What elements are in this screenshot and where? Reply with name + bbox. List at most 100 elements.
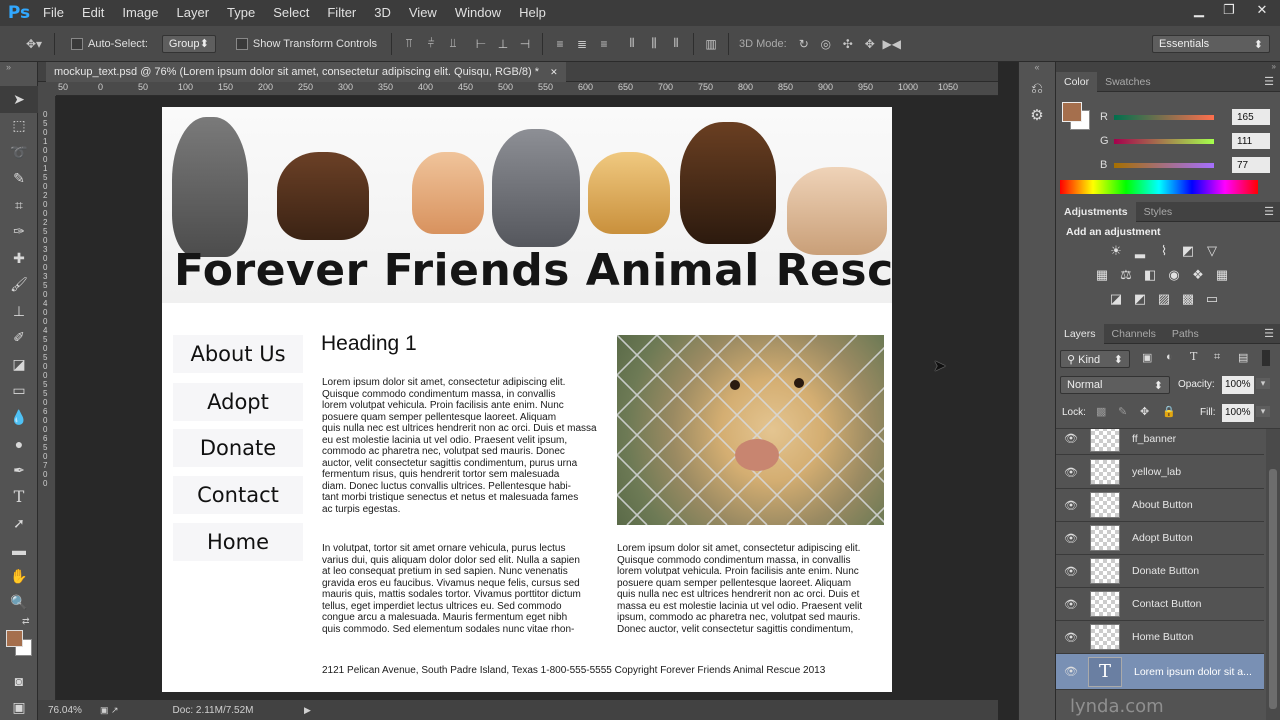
document-canvas[interactable]: Forever Friends Animal Rescue About Us A… [162, 107, 892, 692]
3d-drag-icon[interactable]: ✣ [839, 36, 857, 52]
quick-mask-icon[interactable]: ◙ [0, 668, 38, 695]
filter-toggle[interactable] [1262, 350, 1270, 366]
collapse-icon[interactable]: » [0, 62, 37, 86]
3d-slide-icon[interactable]: ✥ [861, 36, 879, 52]
filter-adjustment-icon[interactable]: ◐ [1166, 351, 1173, 363]
vibrance-icon[interactable]: ▦ [1093, 267, 1111, 283]
type-tool-icon[interactable]: T [0, 484, 38, 511]
menu-select[interactable]: Select [264, 0, 318, 26]
lasso-tool-icon[interactable]: ➰ [0, 139, 38, 166]
channel-mixer-icon[interactable]: ❖ [1189, 267, 1207, 283]
visibility-eye-icon[interactable]: 👁 [1056, 432, 1086, 445]
history-brush-tool-icon[interactable]: ✐ [0, 325, 38, 352]
layer-ff-banner[interactable]: 👁 ff_banner [1056, 429, 1264, 455]
history-panel-icon[interactable]: ⎌ [1019, 80, 1055, 106]
align-top-icon[interactable]: ⫪ [400, 36, 418, 52]
healing-brush-tool-icon[interactable]: ✚ [0, 245, 38, 272]
hand-tool-icon[interactable]: ✋ [0, 563, 38, 590]
layer-filter-kind[interactable]: ⚲ Kind ⬍ [1060, 350, 1130, 368]
layer-name[interactable]: Home Button [1132, 631, 1193, 643]
move-tool-icon[interactable]: ✥▾ [22, 36, 46, 52]
panel-menu-icon[interactable]: ☰ [1264, 205, 1280, 218]
g-value[interactable]: 111 [1232, 133, 1270, 149]
menu-file[interactable]: File [34, 0, 73, 26]
filter-smart-object-icon[interactable]: ▤ [1238, 351, 1248, 364]
align-bottom-icon[interactable]: ⫫ [444, 36, 462, 52]
photo-filter-icon[interactable]: ◉ [1165, 267, 1183, 283]
color-spectrum[interactable] [1060, 180, 1258, 194]
quick-select-tool-icon[interactable]: ✎ [0, 166, 38, 193]
3d-scale-icon[interactable]: ▶◀ [883, 36, 901, 52]
menu-help[interactable]: Help [510, 0, 555, 26]
blend-mode-dropdown[interactable]: Normal ⬍ [1060, 376, 1170, 394]
filter-shape-icon[interactable]: ⌗ [1214, 351, 1220, 364]
tab-swatches[interactable]: Swatches [1097, 72, 1159, 92]
close-tab-icon[interactable]: ✕ [550, 67, 558, 77]
menu-filter[interactable]: Filter [318, 0, 365, 26]
pen-tool-icon[interactable]: ✒ [0, 457, 38, 484]
gradient-tool-icon[interactable]: ▭ [0, 378, 38, 405]
menu-type[interactable]: Type [218, 0, 264, 26]
layer-name[interactable]: Donate Button [1132, 565, 1199, 577]
invert-icon[interactable]: ◪ [1107, 291, 1125, 307]
gradient-map-triangle-icon[interactable]: ▽ [1203, 243, 1221, 259]
layer-name[interactable]: Adopt Button [1132, 532, 1193, 544]
donate-button[interactable]: Donate [173, 429, 303, 467]
tab-styles[interactable]: Styles [1136, 202, 1181, 222]
menu-image[interactable]: Image [113, 0, 167, 26]
rectangle-tool-icon[interactable]: ▬ [0, 537, 38, 564]
tab-layers[interactable]: Layers [1056, 323, 1104, 344]
auto-select-checkbox[interactable] [71, 37, 83, 50]
opacity-chevron-icon[interactable]: ▾ [1256, 378, 1270, 389]
g-slider[interactable] [1114, 138, 1214, 144]
adopt-button[interactable]: Adopt [173, 383, 303, 421]
document-tab[interactable]: mockup_text.psd @ 76% (Lorem ipsum dolor… [46, 62, 566, 82]
posterize-icon[interactable]: ◩ [1131, 291, 1149, 307]
foreground-color[interactable] [6, 630, 23, 647]
layer-name[interactable]: yellow_lab [1132, 466, 1181, 478]
home-button[interactable]: Home [173, 523, 303, 561]
auto-select-dropdown[interactable]: Group ⬍ [161, 34, 216, 53]
fill-input[interactable]: 100% [1222, 404, 1254, 422]
crop-tool-icon[interactable]: ⌗ [0, 192, 38, 219]
distribute-hcenter-icon[interactable]: ⫼ [645, 36, 663, 52]
layer-home-button[interactable]: 👁 Home Button [1056, 621, 1264, 654]
marquee-tool-icon[interactable]: ⬚ [0, 113, 38, 140]
menu-layer[interactable]: Layer [168, 0, 219, 26]
path-select-tool-icon[interactable]: ➚ [0, 510, 38, 537]
screen-mode-icon[interactable]: ▣ [0, 695, 38, 720]
fill-chevron-icon[interactable]: ▾ [1256, 406, 1270, 417]
align-right-icon[interactable]: ⊣ [516, 36, 534, 52]
scroll-thumb[interactable] [1269, 469, 1277, 709]
selective-color-icon[interactable]: ▩ [1179, 291, 1197, 307]
about-us-button[interactable]: About Us [173, 335, 303, 373]
layer-yellow-lab[interactable]: 👁 yellow_lab [1056, 456, 1264, 489]
balance-icon[interactable]: ⚖ [1117, 267, 1135, 283]
collapse-icon[interactable]: « [1019, 62, 1055, 80]
align-left-icon[interactable]: ⊢ [472, 36, 490, 52]
filter-type-icon[interactable]: T [1190, 350, 1197, 363]
blur-tool-icon[interactable]: 💧 [0, 404, 38, 431]
lock-transparent-icon[interactable]: ▩ [1096, 405, 1106, 418]
align-hcenter-icon[interactable]: ⊥ [494, 36, 512, 52]
distribute-top-icon[interactable]: ≡ [551, 36, 569, 52]
auto-align-icon[interactable]: ▥ [702, 36, 720, 52]
status-icon[interactable]: ▣ ↗ [100, 705, 119, 716]
swap-colors-icon[interactable]: ⇄ [22, 616, 30, 627]
r-slider[interactable] [1114, 114, 1214, 120]
close-button[interactable]: ✕ [1244, 0, 1280, 20]
b-slider[interactable] [1114, 162, 1214, 168]
layer-donate-button[interactable]: 👁 Donate Button [1056, 555, 1264, 588]
layer-name[interactable]: About Button [1132, 499, 1193, 511]
menu-3d[interactable]: 3D [365, 0, 400, 26]
bw-icon[interactable]: ◧ [1141, 267, 1159, 283]
panel-menu-icon[interactable]: ☰ [1264, 327, 1280, 340]
distribute-right-icon[interactable]: ⫴ [667, 36, 685, 52]
gradient-map-icon[interactable]: ▭ [1203, 291, 1221, 307]
curves-icon[interactable]: ⌇ [1155, 243, 1173, 259]
r-value[interactable]: 165 [1232, 109, 1270, 125]
lock-pixels-icon[interactable]: ✎ [1118, 405, 1127, 418]
tab-color[interactable]: Color [1056, 71, 1098, 92]
3d-roll-icon[interactable]: ◎ [817, 36, 835, 52]
layer-lorem-text[interactable]: 👁 T Lorem ipsum dolor sit a... [1056, 654, 1264, 690]
